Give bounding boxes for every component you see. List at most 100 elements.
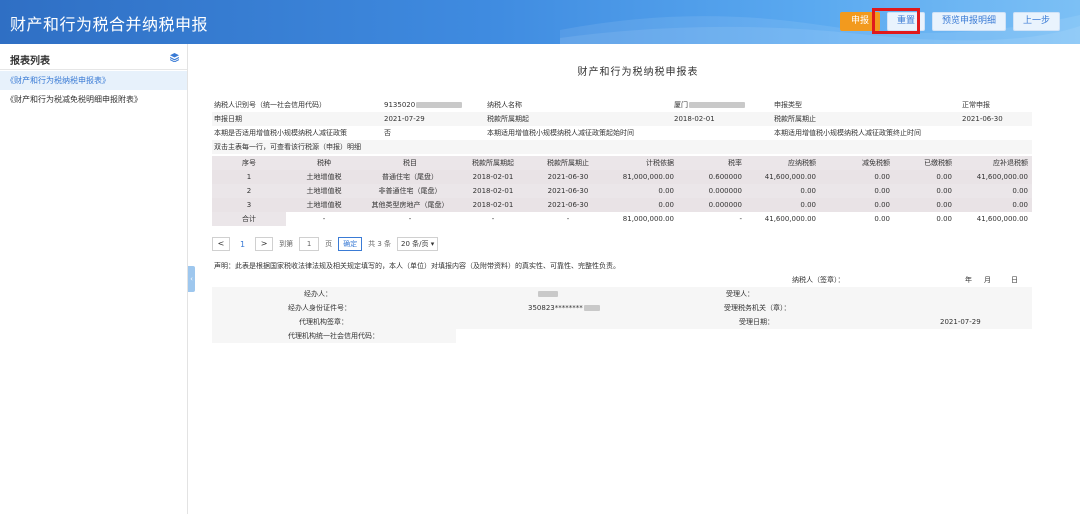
col-header: 税种	[317, 159, 331, 167]
cell: 41,600,000.00	[976, 215, 1028, 223]
year-label: 年	[965, 276, 972, 284]
taxpayer-signature-label: 纳税人（签章）：	[792, 276, 845, 284]
agent-id-label: 经办人身份证件号：	[288, 304, 351, 312]
taxpayer-name-value: 厦门	[674, 98, 745, 112]
agent-id-text: 350823********	[528, 304, 583, 312]
sidebar-item-tax-report[interactable]: 《财产和行为税纳税申报表》	[0, 71, 187, 90]
taxpayer-id-label: 纳税人识别号（统一社会信用代码）	[214, 101, 326, 109]
decl-row-agent: 经办人： 受理人：	[212, 287, 1032, 301]
agency-sign-label: 代理机构签章：	[299, 318, 348, 326]
cell: 土地增值税	[306, 173, 342, 181]
agent-id-value: 350823********	[528, 301, 600, 315]
declaration-statement: 声明：此表是根据国家税收法律法规及相关规定填写的，本人（单位）对填报内容（及附带…	[214, 262, 620, 270]
col-header: 计税依据	[646, 159, 674, 167]
period-end-value: 2021-06-30	[962, 115, 1003, 123]
cell: 其他类型房地产（尾盘）	[371, 201, 449, 209]
period-start-label: 税款所属期起	[487, 115, 529, 123]
sidebar-collapse-handle[interactable]: ‹	[188, 266, 195, 292]
next-page-button[interactable]: >	[255, 237, 274, 251]
cell: 土地增值税	[306, 201, 342, 209]
taxpayer-name-label: 纳税人名称	[487, 101, 522, 109]
col-header: 应纳税额	[788, 159, 816, 167]
goto-confirm-button[interactable]: 确定	[338, 237, 363, 251]
cell: 0.00	[874, 201, 890, 209]
cell: 0.600000	[708, 173, 742, 181]
chevron-down-icon: ▾	[430, 240, 435, 248]
cell: -	[322, 215, 326, 223]
cell: 0.00	[874, 215, 890, 223]
col-header: 已缴税额	[924, 159, 952, 167]
accept-date-label: 受理日期：	[739, 318, 774, 326]
col-header: 应补退税额	[993, 159, 1028, 167]
submit-highlight-box	[872, 8, 920, 34]
goto-page-input[interactable]: 1	[299, 237, 320, 251]
cell: 0.00	[658, 201, 674, 209]
table-row[interactable]: 2 土地增值税 非普通住宅（尾盘） 2018-02-01 2021-06-30 …	[212, 184, 1032, 198]
col-header: 税款所属期止	[547, 159, 589, 167]
sidebar: 报表列表 《财产和行为税纳税申报表》 《财产和行为税减免税明细申报附表》	[0, 44, 188, 514]
page-size-select[interactable]: 20 条/页 ▾	[397, 237, 439, 251]
table-row[interactable]: 1 土地增值税 普通住宅（尾盘） 2018-02-01 2021-06-30 8…	[212, 170, 1032, 184]
decl-row-agency-sign: 代理机构签章： 受理日期： 2021-07-29	[212, 315, 1032, 329]
cell: 非普通住宅（尾盘）	[378, 187, 442, 195]
month-label: 月	[984, 276, 991, 284]
redaction-mark	[583, 305, 600, 311]
cell: 普通住宅（尾盘）	[382, 173, 438, 181]
col-header: 税款所属期起	[472, 159, 514, 167]
cell: 0.00	[936, 187, 952, 195]
declaration-section: 声明：此表是根据国家税收法律法规及相关规定填写的，本人（单位）对填报内容（及附带…	[212, 259, 1032, 343]
info-row-3: 本期是否适用增值税小规模纳税人减征政策 否 本期适用增值税小规模纳税人减征政策起…	[212, 126, 1032, 140]
redaction-mark	[416, 102, 463, 108]
redaction-mark	[689, 102, 745, 108]
declare-type-label: 申报类型	[774, 101, 802, 109]
accept-date-value: 2021-07-29	[940, 318, 981, 326]
cell: 0.00	[658, 187, 674, 195]
page-unit-label: 页	[325, 240, 333, 248]
table-hint: 双击主表每一行，可查看该行税源（申报）明细	[214, 143, 361, 151]
table-row[interactable]: 3 土地增值税 其他类型房地产（尾盘） 2018-02-01 2021-06-3…	[212, 198, 1032, 212]
tax-table: 序号 税种 税目 税款所属期起 税款所属期止 计税依据 税率 应纳税额 减免税额…	[212, 156, 1032, 226]
form-title: 财产和行为税纳税申报表	[577, 67, 699, 78]
small-policy-label: 本期是否适用增值税小规模纳税人减征政策	[214, 129, 347, 137]
decl-row-agency-code: 代理机构统一社会信用代码：	[212, 329, 456, 343]
small-policy-value: 否	[384, 129, 391, 137]
decl-row-signer: 纳税人（签章）： 年 月 日	[212, 273, 1032, 287]
cell: 2018-02-01	[472, 201, 514, 209]
col-header: 序号	[242, 159, 256, 167]
agent-label: 经办人：	[304, 290, 332, 298]
preview-detail-button[interactable]: 预览申报明细	[931, 12, 1006, 31]
cell: 41,600,000.00	[764, 215, 816, 223]
cell: 2018-02-01	[472, 187, 514, 195]
declare-date-value: 2021-07-29	[384, 115, 425, 123]
cell: 0.00	[874, 187, 890, 195]
cell: 2	[246, 187, 252, 195]
table-footer-row: 合计 - - - - 81,000,000.00 - 41,600,000.00…	[212, 212, 1032, 226]
small-end-label: 本期适用增值税小规模纳税人减征政策终止时间	[774, 129, 921, 137]
decl-row-statement: 声明：此表是根据国家税收法律法规及相关规定填写的，本人（单位）对填报内容（及附带…	[212, 259, 1032, 273]
declare-date-label: 申报日期	[214, 115, 242, 123]
sidebar-item-exemption-schedule[interactable]: 《财产和行为税减免税明细申报附表》	[0, 90, 187, 109]
cell: 0.000000	[708, 201, 742, 209]
layers-icon[interactable]	[170, 53, 179, 62]
cell: 0.00	[936, 215, 952, 223]
current-page[interactable]: 1	[236, 240, 249, 249]
cell: 3	[246, 201, 252, 209]
info-row-2: 申报日期 2021-07-29 税款所属期起 2018-02-01 税款所属期止…	[212, 112, 1032, 126]
tax-office-label: 受理税务机关（章）：	[724, 304, 791, 312]
total-count: 共 3 条	[368, 240, 391, 248]
redaction-mark	[538, 291, 558, 297]
cell: -	[491, 215, 495, 223]
cell: 土地增值税	[306, 187, 342, 195]
cell: -	[408, 215, 412, 223]
info-row-hint: 双击主表每一行，可查看该行税源（申报）明细	[212, 140, 1032, 154]
cell: 0.000000	[708, 187, 742, 195]
taxpayer-id-value: 9135020	[384, 98, 463, 112]
taxpayer-info: 纳税人识别号（统一社会信用代码） 9135020 纳税人名称 厦门 申报类型 正…	[212, 98, 1032, 154]
declare-type-value: 正常申报	[962, 101, 990, 109]
prev-step-button[interactable]: 上一步	[1012, 12, 1060, 31]
prev-page-button[interactable]: <	[212, 237, 230, 251]
cell: 2018-02-01	[472, 173, 514, 181]
decl-row-agent-id: 经办人身份证件号： 350823******** 受理税务机关（章）：	[212, 301, 1032, 315]
col-header: 税目	[403, 159, 417, 167]
cell: 2021-06-30	[547, 173, 589, 181]
